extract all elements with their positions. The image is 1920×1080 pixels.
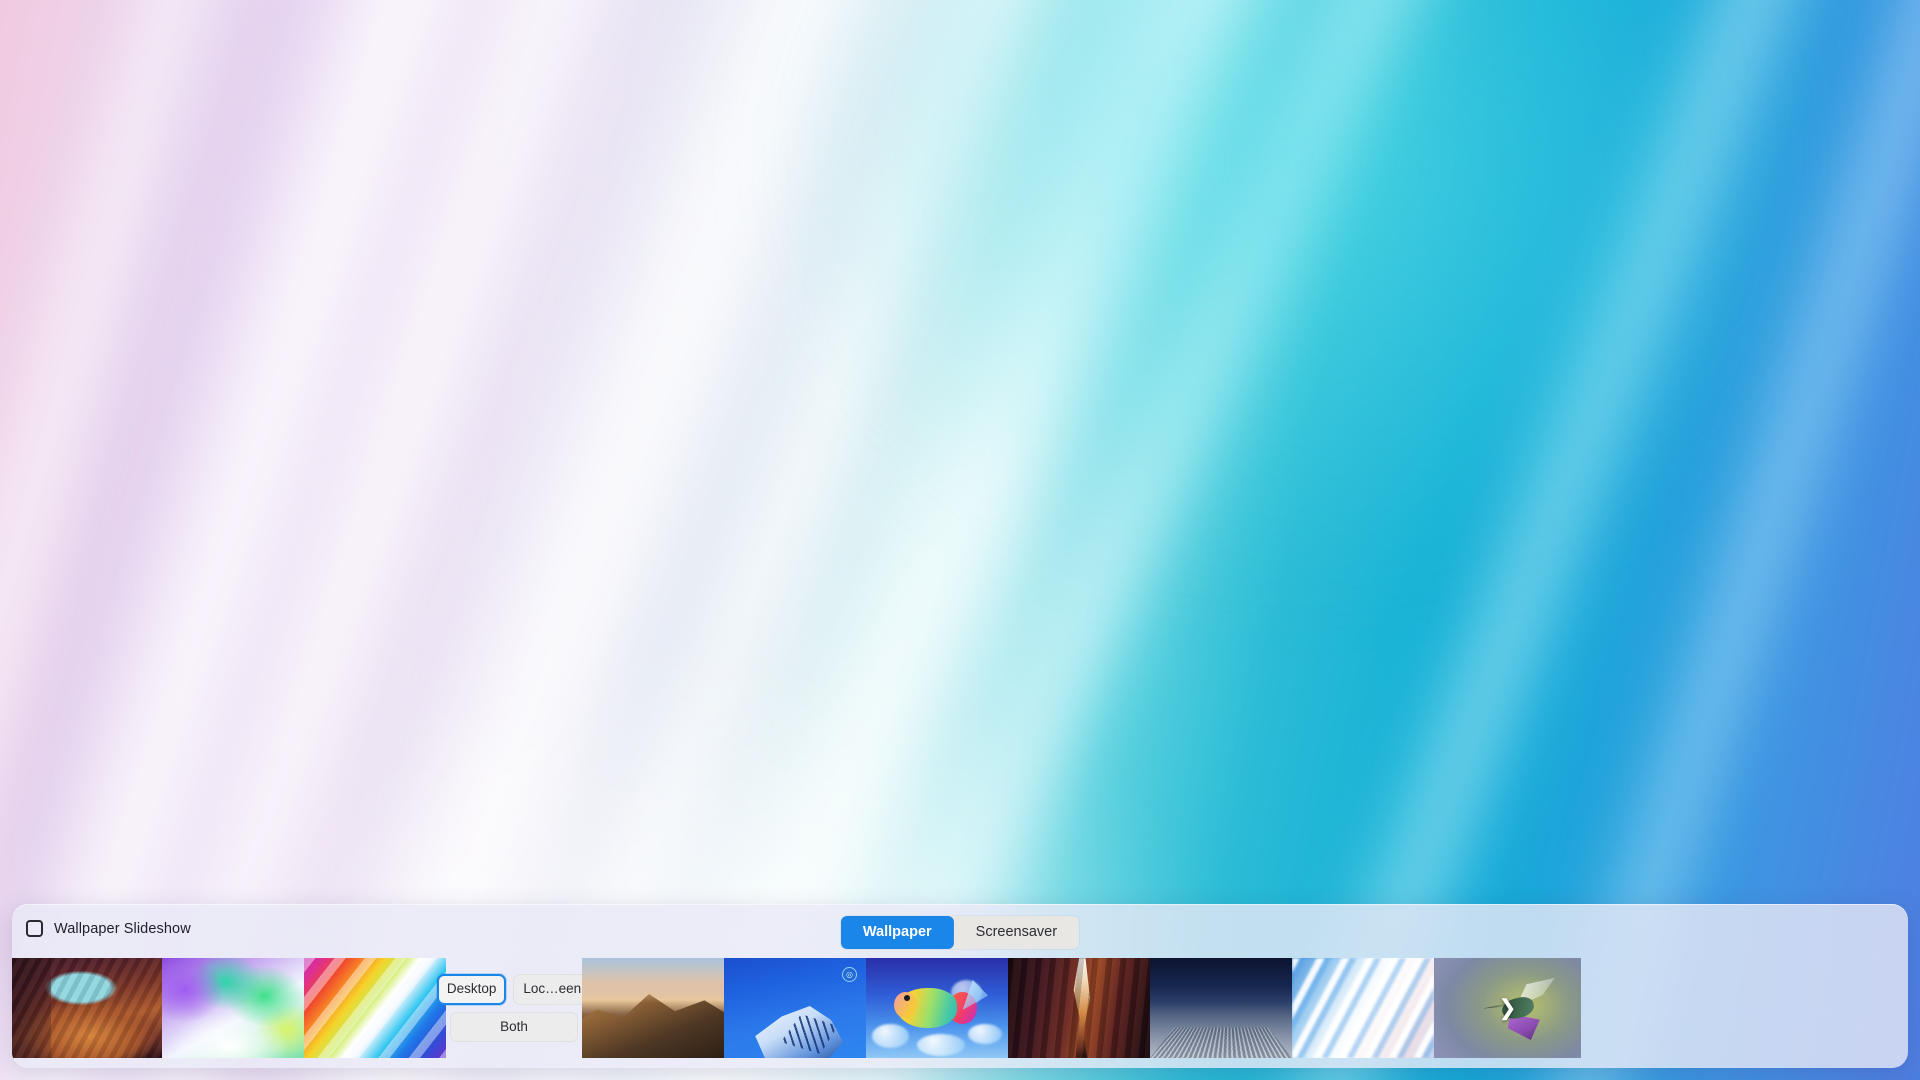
thumbnail-rainbow-rays[interactable] [304,958,446,1058]
checkbox-unchecked-icon[interactable] [26,920,43,937]
thumbnail-aurora-blobs[interactable] [162,958,304,1058]
tab-screensaver[interactable]: Screensaver [954,916,1079,949]
wallpaper-thumbnail-strip: Desktop Loc…een Both ◎ ❯ [12,958,1908,1058]
thumbnail-canyon-arch[interactable] [12,958,162,1058]
thumbnail-light-streaks[interactable] [1292,958,1434,1058]
thumbnail-image [1008,958,1150,1058]
thumbnail-sand-dunes[interactable] [1150,958,1292,1058]
wallpaper-slideshow-label: Wallpaper Slideshow [54,920,191,937]
thumbnail-image [866,958,1008,1058]
thumbnail-image [1150,958,1292,1058]
wallpaper-picker-panel: Wallpaper Slideshow Wallpaper Screensave… [12,904,1908,1068]
cloud-shape [917,1034,966,1056]
thumbnail-fish-sky[interactable] [866,958,1008,1058]
chevron-right-icon[interactable]: ❯ [1498,997,1516,1019]
both-button[interactable]: Both [450,1011,578,1043]
thumbnail-hummingbird[interactable]: ❯ [1434,958,1581,1058]
thumbnail-canyon-slot[interactable] [1008,958,1150,1058]
mode-segmented-control: Wallpaper Screensaver [840,916,1080,949]
wallpaper-slideshow-toggle[interactable]: Wallpaper Slideshow [26,920,191,937]
apply-target-buttons: Desktop Loc…een Both [436,958,592,1058]
apply-target-row-bottom: Both [450,1011,578,1043]
panel-header: Wallpaper Slideshow Wallpaper Screensave… [12,904,1908,958]
cloud-shape [871,1024,909,1048]
cloud-shape [968,1024,1003,1044]
thumbnail-blue-shard[interactable]: ◎ [724,958,866,1058]
thumbnail-image [582,958,724,1058]
lock-screen-button[interactable]: Loc…een [513,973,592,1005]
sync-badge-icon: ◎ [842,967,857,982]
thumbnail-image [162,958,304,1058]
thumbnail-mountain-sunset[interactable] [582,958,724,1058]
thumbnail-image [12,958,162,1058]
apply-target-row-top: Desktop Loc…een [436,973,592,1005]
thumbnail-image [304,958,446,1058]
thumbnail-image [1292,958,1434,1058]
tab-wallpaper[interactable]: Wallpaper [840,916,954,949]
desktop-button[interactable]: Desktop [436,973,507,1005]
screen-root: Wallpaper Slideshow Wallpaper Screensave… [0,0,1920,1080]
wallpaper-glow [768,0,1824,594]
